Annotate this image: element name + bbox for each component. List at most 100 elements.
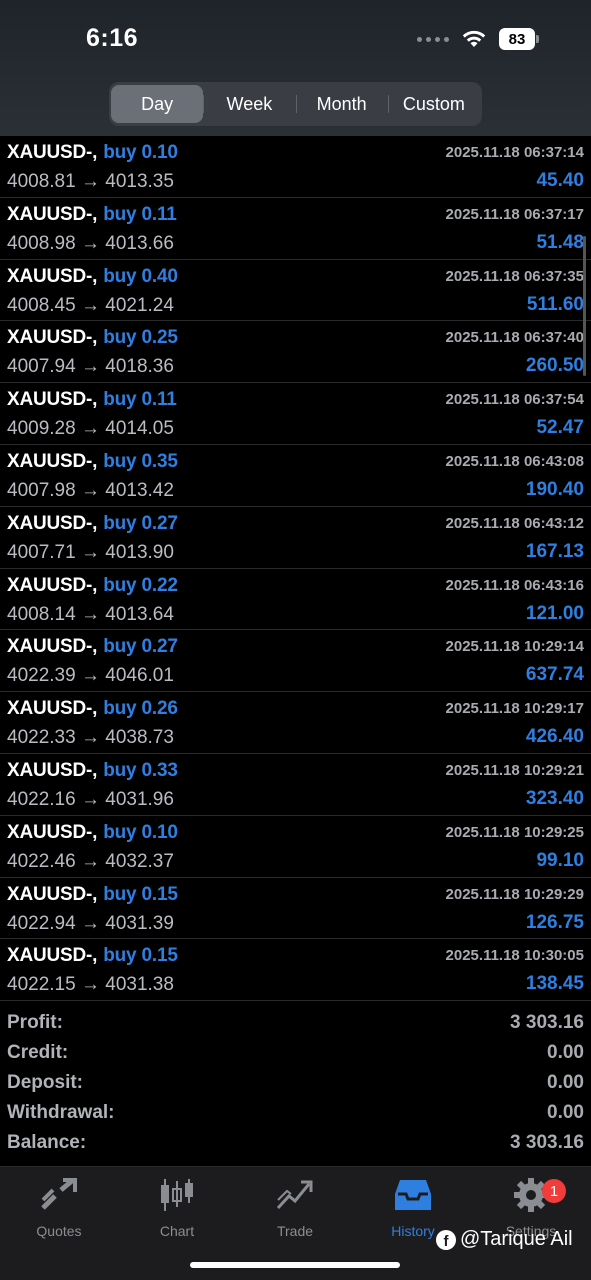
deal-profit: 99.10 (536, 849, 584, 871)
close-price: 4031.38 (105, 974, 174, 996)
deal-time: 2025.11.18 06:37:17 (445, 205, 584, 223)
watermark: f @Tarique Ail (436, 1228, 573, 1251)
notification-badge: 1 (542, 1179, 566, 1203)
deal-row[interactable]: XAUUSD-, buy 0.27 4007.71 → 4013.90 2025.11… (0, 507, 591, 569)
close-price: 4021.24 (105, 294, 174, 316)
segment-custom[interactable]: Custom (387, 85, 480, 123)
summary-value: 3 303.16 (510, 1012, 584, 1033)
segment-week[interactable]: Week (203, 85, 295, 123)
deal-row[interactable]: XAUUSD-, buy 0.15 4022.15 → 4031.38 2025.11… (0, 939, 591, 1002)
deal-direction: buy 0.11 (103, 389, 177, 411)
summary-label: Withdrawal: (7, 1102, 115, 1123)
tab-quotes[interactable]: Quotes (0, 1175, 118, 1239)
close-price: 4013.64 (105, 603, 174, 625)
segment-month[interactable]: Month (295, 85, 388, 123)
deal-row[interactable]: XAUUSD-, buy 0.40 4008.45 → 4021.24 2025.11… (0, 260, 591, 322)
deal-time: 2025.11.18 06:37:14 (445, 144, 584, 161)
open-price: 4022.16 (7, 788, 76, 810)
history-icon (354, 1175, 472, 1215)
open-price: 4008.14 (7, 603, 76, 625)
deal-symbol: XAUUSD-, buy 0.27 (7, 636, 178, 658)
deal-symbol: XAUUSD-, buy 0.35 (7, 451, 178, 473)
symbol-text: XAUUSD-, (7, 883, 98, 905)
deal-prices: 4008.98 → 4013.66 (7, 233, 174, 255)
chart-icon (118, 1175, 236, 1215)
deal-direction: buy 0.35 (103, 450, 178, 472)
deal-symbol: XAUUSD-, buy 0.15 (7, 945, 178, 967)
deal-direction: buy 0.10 (103, 821, 178, 843)
deal-prices: 4022.46 → 4032.37 (7, 851, 174, 873)
arrow-icon: → (80, 418, 100, 440)
open-price: 4022.94 (7, 912, 76, 934)
watermark-text: @Tarique Ail (460, 1228, 573, 1250)
deal-profit: 167.13 (525, 540, 584, 562)
open-price: 4007.98 (7, 479, 76, 501)
open-price: 4022.33 (7, 727, 76, 749)
deal-row[interactable]: XAUUSD-, buy 0.22 4008.14 → 4013.64 2025.11… (0, 569, 591, 631)
deal-time: 2025.11.18 06:43:16 (445, 576, 584, 594)
close-price: 4013.42 (105, 479, 174, 501)
deal-prices: 4022.15 → 4031.38 (7, 974, 174, 996)
deal-list: XAUUSD-, buy 0.10 4008.81 → 4013.35 2025.11… (0, 136, 591, 1002)
deal-symbol: XAUUSD-, buy 0.11 (7, 389, 177, 411)
deal-row[interactable]: XAUUSD-, buy 0.11 4008.98 → 4013.66 2025.11… (0, 198, 591, 260)
arrow-icon: → (80, 479, 100, 501)
summary-row: Balance: 3 303.16 (0, 1128, 591, 1158)
deal-symbol: XAUUSD-, buy 0.27 (7, 513, 178, 535)
deal-row[interactable]: XAUUSD-, buy 0.10 4022.46 → 4032.37 2025.11… (0, 816, 591, 878)
deal-row[interactable]: XAUUSD-, buy 0.26 4022.33 → 4038.73 2025.11… (0, 692, 591, 754)
symbol-text: XAUUSD-, (7, 574, 98, 596)
symbol-text: XAUUSD-, (7, 203, 98, 225)
arrow-icon: → (80, 603, 100, 625)
home-indicator[interactable] (190, 1262, 400, 1268)
open-price: 4009.28 (7, 418, 76, 440)
symbol-text: XAUUSD-, (7, 142, 98, 163)
deal-profit: 45.40 (536, 170, 584, 191)
open-price: 4008.81 (7, 171, 76, 192)
deal-direction: buy 0.22 (103, 574, 178, 596)
deal-row[interactable]: XAUUSD-, buy 0.25 4007.94 → 4018.36 2025.11… (0, 321, 591, 384)
deal-symbol: XAUUSD-, buy 0.33 (7, 760, 178, 782)
top-header: 6:16 83 Day Week Month Custom (0, 0, 591, 136)
deal-symbol: XAUUSD-, buy 0.25 (7, 327, 178, 349)
deal-direction: buy 0.27 (103, 636, 178, 658)
segment-day[interactable]: Day (111, 85, 204, 123)
deal-row[interactable]: XAUUSD-, buy 0.15 4022.94 → 4031.39 2025.11… (0, 878, 591, 940)
deal-profit: 260.50 (525, 355, 584, 377)
symbol-text: XAUUSD-, (7, 759, 98, 781)
deal-row[interactable]: XAUUSD-, buy 0.35 4007.98 → 4013.42 2025.11… (0, 445, 591, 507)
tab-label: Trade (276, 1223, 314, 1239)
deal-symbol: XAUUSD-, buy 0.40 (7, 266, 178, 288)
arrow-icon: → (80, 788, 100, 810)
deal-time: 2025.11.18 10:29:17 (445, 700, 584, 718)
deal-time: 2025.11.18 06:37:35 (445, 267, 584, 285)
scrollbar[interactable] (583, 236, 586, 376)
deal-row[interactable]: XAUUSD-, buy 0.11 4009.28 → 4014.05 2025.11… (0, 383, 591, 445)
deal-prices: 4008.81 → 4013.35 (7, 171, 174, 193)
close-price: 4031.96 (105, 788, 174, 810)
tab-label: Quotes (36, 1223, 82, 1239)
deal-direction: buy 0.40 (103, 265, 178, 287)
symbol-text: XAUUSD-, (7, 450, 98, 472)
symbol-text: XAUUSD-, (7, 945, 98, 967)
close-price: 4032.37 (105, 850, 174, 872)
tab-trade[interactable]: Trade (236, 1175, 354, 1239)
deal-row[interactable]: XAUUSD-, buy 0.33 4022.16 → 4031.96 2025.11… (0, 754, 591, 816)
deal-row[interactable]: XAUUSD-, buy 0.27 4022.39 → 4046.01 2025.11… (0, 630, 591, 693)
arrow-icon: → (80, 974, 100, 996)
summary-label: Balance: (7, 1132, 87, 1153)
tab-chart[interactable]: Chart (118, 1175, 236, 1239)
deal-row[interactable]: XAUUSD-, buy 0.10 4008.81 → 4013.35 2025.11… (0, 136, 591, 198)
open-price: 4007.71 (7, 541, 76, 563)
deal-direction: buy 0.25 (103, 327, 178, 349)
arrow-icon: → (80, 850, 100, 872)
summary-row: Withdrawal: 0.00 (0, 1098, 591, 1128)
battery-level: 83 (499, 28, 535, 50)
close-price: 4013.90 (105, 541, 174, 563)
deal-prices: 4008.14 → 4013.64 (7, 604, 174, 626)
arrow-icon: → (80, 727, 100, 749)
close-price: 4018.36 (105, 356, 174, 378)
deal-prices: 4007.94 → 4018.36 (7, 356, 174, 378)
arrow-icon: → (80, 232, 100, 254)
arrow-icon: → (80, 294, 100, 316)
